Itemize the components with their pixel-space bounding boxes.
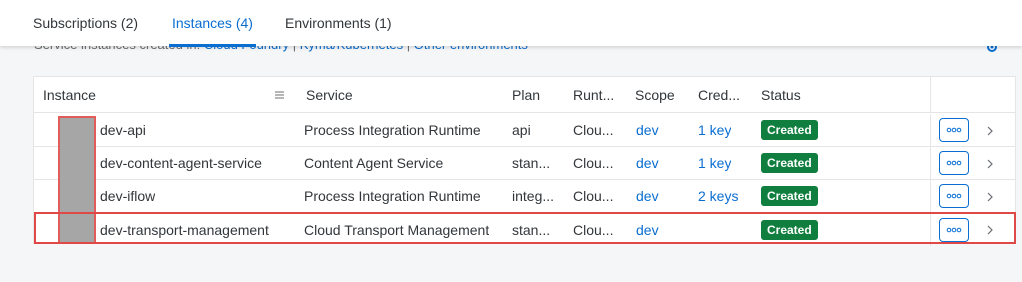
status-badge: Created xyxy=(761,153,818,173)
plan-value: integ... xyxy=(512,188,555,204)
scope-link[interactable]: dev xyxy=(636,180,659,212)
column-header-plan[interactable]: Plan xyxy=(512,77,540,112)
tab-bar: Subscriptions (2) Instances (4) Environm… xyxy=(0,0,1022,47)
credentials-link[interactable]: 1 key xyxy=(698,114,731,146)
service-name: Process Integration Runtime xyxy=(304,122,481,138)
tab-subscriptions[interactable]: Subscriptions (2) xyxy=(33,15,138,31)
column-header-instance[interactable]: Instance xyxy=(43,77,96,112)
instances-table: Instance Service Plan Runt... Scope Cred… xyxy=(33,76,1016,246)
status-badge: Created xyxy=(761,120,818,140)
instance-name: dev-iflow xyxy=(100,188,156,204)
more-options-button[interactable] xyxy=(939,184,969,208)
sort-icon[interactable] xyxy=(274,90,285,100)
credentials-link[interactable]: 1 key xyxy=(698,147,731,179)
runtime-value: Clou... xyxy=(573,221,614,238)
table-row[interactable]: dev-iflow Process Integration Runtime in… xyxy=(34,180,1015,213)
chevron-right-icon[interactable] xyxy=(986,157,994,171)
more-options-icon xyxy=(946,160,962,166)
column-header-credentials[interactable]: Cred... xyxy=(698,77,740,112)
service-name: Cloud Transport Management xyxy=(304,221,490,238)
column-divider xyxy=(930,77,931,112)
more-options-icon xyxy=(946,127,962,133)
table-row[interactable]: dev-transport-management Cloud Transport… xyxy=(34,213,1015,246)
credentials-link[interactable]: 2 keys xyxy=(698,180,738,212)
instance-name: dev-api xyxy=(100,122,146,138)
column-header-scope[interactable]: Scope xyxy=(635,77,675,112)
table-header: Instance Service Plan Runt... Scope Cred… xyxy=(34,77,1015,113)
table-row[interactable]: dev-content-agent-service Content Agent … xyxy=(34,147,1015,180)
more-options-button[interactable] xyxy=(939,151,969,175)
status-badge: Created xyxy=(761,186,818,206)
service-name: Process Integration Runtime xyxy=(304,188,481,204)
plan-value: stan... xyxy=(512,221,551,238)
column-header-service[interactable]: Service xyxy=(306,77,353,112)
runtime-value: Clou... xyxy=(573,188,614,204)
chevron-right-icon[interactable] xyxy=(986,223,994,237)
more-options-icon xyxy=(946,227,962,232)
status-badge: Created xyxy=(761,219,818,240)
column-divider xyxy=(930,114,931,146)
runtime-value: Clou... xyxy=(573,122,614,138)
service-name: Content Agent Service xyxy=(304,155,444,171)
more-options-icon xyxy=(946,193,962,199)
chevron-right-icon[interactable] xyxy=(986,190,994,204)
column-divider xyxy=(930,213,931,246)
tab-environments[interactable]: Environments (1) xyxy=(285,15,392,31)
runtime-value: Clou... xyxy=(573,155,614,171)
redaction-block xyxy=(58,116,96,244)
more-options-button[interactable] xyxy=(939,217,969,242)
table-row[interactable]: dev-api Process Integration Runtime api … xyxy=(34,114,1015,147)
scope-link[interactable]: dev xyxy=(636,114,659,146)
instance-name: dev-transport-management xyxy=(100,221,269,238)
scope-link[interactable]: dev xyxy=(636,213,659,246)
more-options-button[interactable] xyxy=(939,118,969,142)
plan-value: stan... xyxy=(512,155,551,171)
plan-value: api xyxy=(512,122,531,138)
instance-name: dev-content-agent-service xyxy=(100,155,262,171)
column-divider xyxy=(930,180,931,212)
column-header-runtime[interactable]: Runt... xyxy=(573,77,614,112)
tab-instances[interactable]: Instances (4) xyxy=(169,15,256,47)
scope-link[interactable]: dev xyxy=(636,147,659,179)
column-header-status[interactable]: Status xyxy=(761,77,801,112)
column-divider xyxy=(930,147,931,179)
chevron-right-icon[interactable] xyxy=(986,124,994,138)
